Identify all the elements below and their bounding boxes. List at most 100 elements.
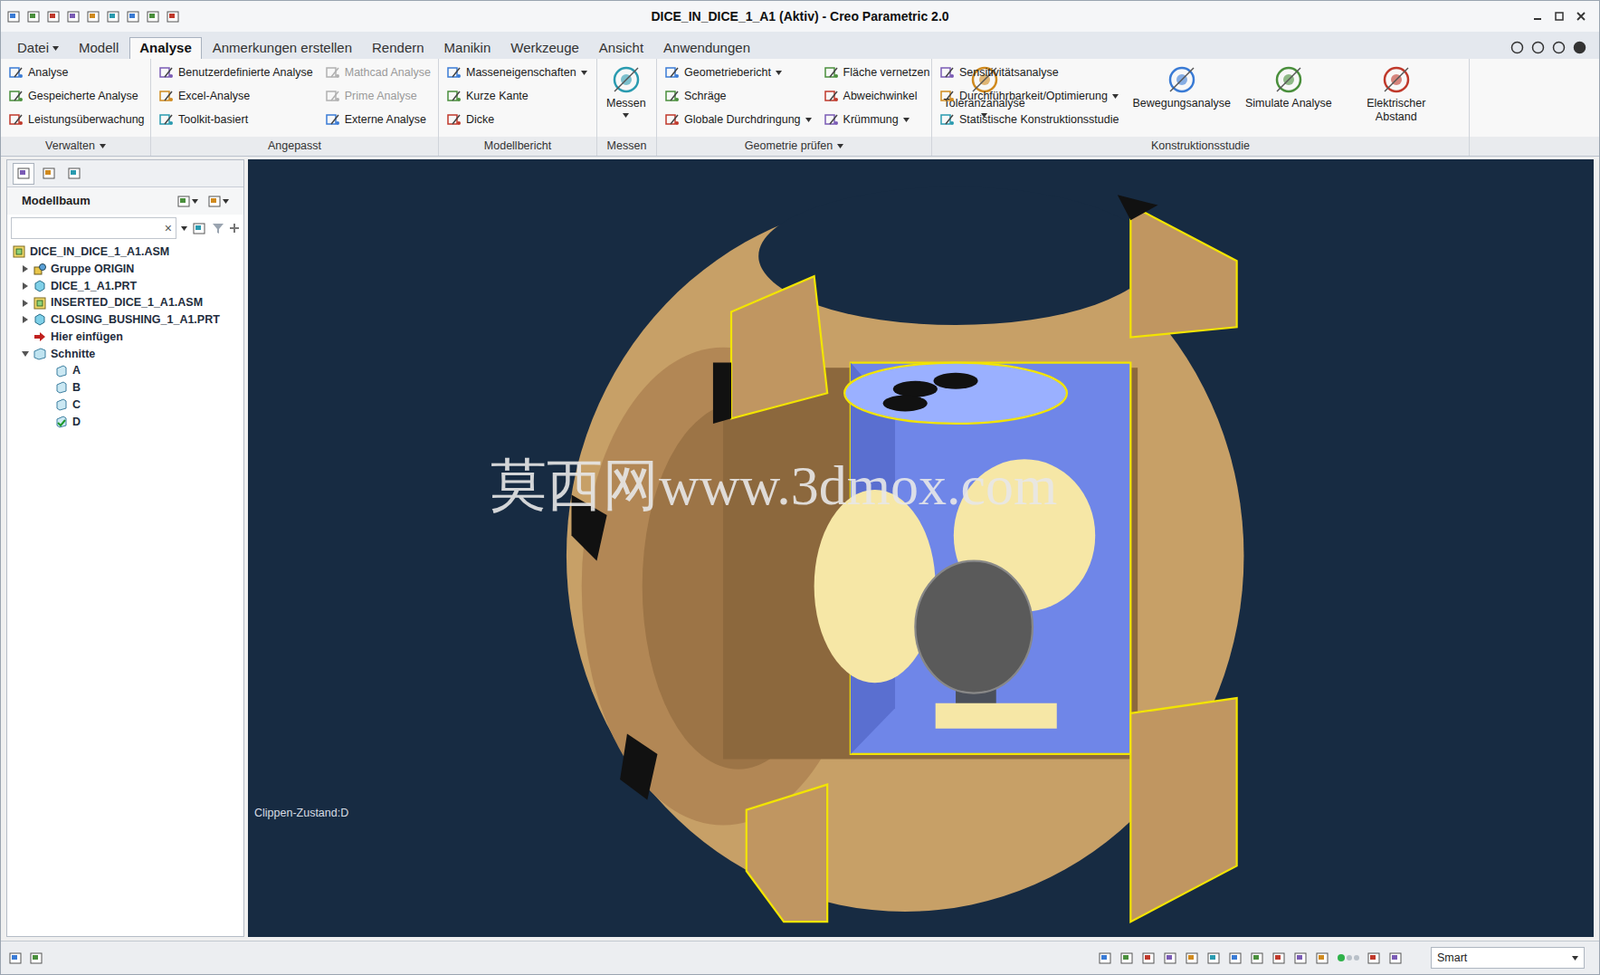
add-icon[interactable]: [228, 222, 240, 234]
ribbon-button[interactable]: Excel-Analyse: [156, 84, 316, 108]
tree-item[interactable]: Schnitte: [7, 345, 244, 363]
toolbar-icon[interactable]: [1141, 950, 1157, 966]
navigator-tab[interactable]: [63, 162, 86, 185]
help-tool-icon[interactable]: [1572, 40, 1587, 55]
ribbon-button[interactable]: Leistungsüberwachung: [6, 107, 148, 132]
clear-search-button[interactable]: ×: [164, 221, 172, 235]
ribbon-large-button[interactable]: Simulate Analyse: [1241, 60, 1336, 111]
minimize-icon[interactable]: [1532, 10, 1543, 22]
toolbar-icon[interactable]: [1271, 950, 1287, 966]
help-tool-icon[interactable]: [1510, 40, 1524, 55]
ribbon-tab[interactable]: Anwendungen: [654, 37, 760, 59]
ribbon-tab[interactable]: Werkzeuge: [501, 37, 589, 59]
toolbar-icon[interactable]: [8, 950, 24, 966]
toolbar-icon[interactable]: [207, 193, 223, 210]
tree-item[interactable]: DICE_IN_DICE_1_A1.ASM: [7, 243, 244, 261]
ribbon-button[interactable]: Schräge: [662, 84, 815, 108]
toolbar-icon[interactable]: [1366, 950, 1382, 966]
toolbar-icon[interactable]: [1206, 950, 1222, 966]
maximize-icon[interactable]: [1553, 10, 1565, 22]
tree-item[interactable]: C: [7, 396, 244, 414]
ribbon-button[interactable]: Analyse: [6, 60, 148, 85]
toolbar-icon[interactable]: [1097, 950, 1114, 966]
toolbar-icon[interactable]: [66, 165, 83, 181]
dropdown-icon[interactable]: [837, 143, 844, 149]
ribbon-group-label[interactable]: Angepasst: [151, 136, 439, 156]
ribbon-large-button[interactable]: Elektrischer Abstand: [1342, 60, 1450, 124]
ribbon-button[interactable]: Globale Durchdringung: [662, 107, 815, 132]
toolbar-icon[interactable]: [1249, 950, 1266, 966]
tree-item[interactable]: B: [7, 379, 244, 397]
dropdown-icon[interactable]: [775, 70, 782, 76]
ribbon-tab[interactable]: Manikin: [435, 37, 501, 59]
toolbar-icon[interactable]: [1119, 950, 1135, 966]
toolbar-icon[interactable]: [165, 9, 181, 25]
toolbar-icon[interactable]: [1228, 950, 1244, 966]
ribbon-button[interactable]: Masseneigenschaften: [444, 60, 591, 85]
toolbar-icon[interactable]: [26, 9, 42, 25]
graphics-viewport[interactable]: 莫西网www.3dmox.comClippen-Zustand:D: [247, 159, 1594, 937]
ribbon-tab[interactable]: Anmerkungen erstellen: [203, 37, 362, 59]
toolbar-icon[interactable]: [1162, 950, 1179, 966]
toolbar-icon[interactable]: [145, 9, 162, 25]
dropdown-icon[interactable]: [805, 117, 812, 123]
expand-icon[interactable]: [19, 314, 31, 325]
tree-search-field[interactable]: ×: [10, 217, 177, 239]
ribbon-button[interactable]: Gespeicherte Analyse: [6, 84, 148, 108]
ribbon-tab[interactable]: Modell: [69, 37, 128, 59]
dropdown-icon[interactable]: [903, 117, 910, 123]
ribbon-button[interactable]: Benutzerdefinierte Analyse: [156, 60, 316, 85]
ribbon-button[interactable]: Krümmung: [821, 107, 934, 132]
ribbon-button[interactable]: Externe Analyse: [323, 107, 434, 132]
toolbar-icon[interactable]: [66, 9, 82, 25]
tree-item[interactable]: D: [7, 413, 244, 431]
dropdown-icon[interactable]: [180, 226, 188, 231]
ribbon-group-label[interactable]: Konstruktionsstudie: [932, 136, 1469, 156]
navigator-tab[interactable]: [38, 162, 60, 185]
ribbon-button[interactable]: Kurze Kante: [444, 84, 591, 108]
expand-icon[interactable]: [19, 297, 31, 309]
toolbar-icon[interactable]: [28, 950, 45, 966]
toolbar-icon[interactable]: [41, 165, 58, 181]
ribbon-button[interactable]: Mathcad Analyse: [323, 60, 434, 85]
ribbon-button[interactable]: Geometriebericht: [662, 60, 815, 85]
tree-item[interactable]: Hier einfügen: [7, 328, 244, 346]
expand-icon[interactable]: [19, 280, 31, 292]
ribbon-button[interactable]: Toolkit-basiert: [156, 107, 316, 132]
dropdown-icon[interactable]: [1112, 94, 1119, 99]
toolbar-icon[interactable]: [1388, 950, 1404, 966]
toolbar-icon[interactable]: [16, 165, 32, 181]
ribbon-tab[interactable]: Ansicht: [590, 37, 653, 59]
ribbon-button[interactable]: Dicke: [444, 107, 591, 132]
dropdown-icon[interactable]: [622, 113, 629, 118]
dropdown-icon[interactable]: [52, 46, 59, 51]
ribbon-button[interactable]: Abweichwinkel: [821, 84, 934, 108]
ribbon-button[interactable]: Statistische Konstruktionsstudie: [937, 107, 1122, 132]
dropdown-icon[interactable]: [99, 143, 106, 149]
toolbar-icon[interactable]: [125, 9, 142, 25]
model-render[interactable]: [247, 159, 1594, 937]
ribbon-button[interactable]: Prime Analyse: [323, 84, 434, 108]
ribbon-group-label[interactable]: Verwalten: [0, 136, 151, 156]
ribbon-tab[interactable]: Analyse: [129, 37, 202, 59]
selection-filter[interactable]: Smart: [1430, 946, 1585, 969]
tree-item[interactable]: DICE_1_A1.PRT: [7, 277, 244, 296]
tree-item[interactable]: Gruppe ORIGIN: [7, 260, 244, 278]
ribbon-group-label[interactable]: Modellbericht: [438, 136, 597, 156]
help-tool-icon[interactable]: [1531, 40, 1545, 55]
ribbon-button[interactable]: Durchführbarkeit/Optimierung: [937, 84, 1122, 108]
navigator-tab[interactable]: [12, 162, 35, 185]
collapse-icon[interactable]: [19, 348, 31, 360]
toolbar-icon[interactable]: [176, 193, 192, 210]
ribbon-tab[interactable]: Rendern: [362, 37, 434, 59]
dropdown-icon[interactable]: [222, 199, 229, 204]
toolbar-icon[interactable]: [1293, 950, 1309, 966]
ribbon-group-label[interactable]: Messen: [597, 136, 657, 156]
toolbar-icon[interactable]: [1184, 950, 1200, 966]
ribbon-tab[interactable]: Datei: [8, 37, 68, 59]
ribbon-group-label[interactable]: Geometrie prüfen: [657, 136, 932, 156]
tree-item[interactable]: CLOSING_BUSHING_1_A1.PRT: [7, 311, 244, 329]
dropdown-icon[interactable]: [191, 199, 199, 204]
toolbar-icon[interactable]: [85, 9, 102, 25]
ribbon-button[interactable]: Sensitivitätsanalyse: [937, 60, 1122, 85]
